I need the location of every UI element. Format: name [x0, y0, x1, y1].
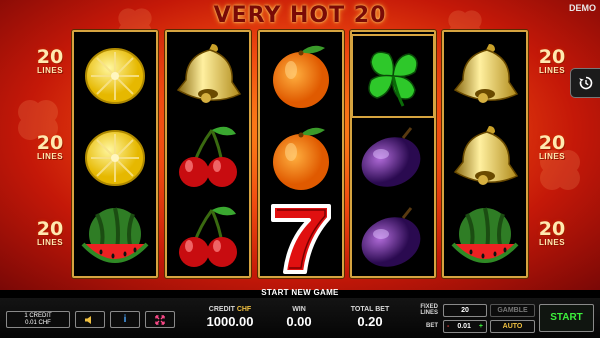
reel-5 — [442, 30, 528, 278]
lines-word: LINES — [36, 152, 64, 161]
lines-indicator: 20 LINES — [32, 48, 68, 75]
lines-indicator: 20 LINES — [534, 134, 570, 161]
credit-display: CREDIT CHF 1000.00 — [198, 306, 262, 329]
lines-count: 20 — [538, 46, 566, 68]
win-value: 0.00 — [286, 314, 312, 329]
credit-value: 1000.00 — [206, 314, 254, 329]
game-title: VERY HOT 20 — [213, 3, 387, 28]
bet-stepper: - 0.01 + — [443, 320, 487, 333]
win-label: WIN — [292, 306, 306, 313]
sound-button[interactable] — [75, 311, 105, 328]
bell-icon — [176, 44, 242, 103]
lemon-icon — [85, 48, 145, 104]
watermelon-symbol — [447, 200, 523, 276]
watermelon-icon — [451, 207, 519, 263]
lines-word: LINES — [36, 238, 64, 247]
lines-count: 20 — [538, 218, 566, 240]
seven-icon — [271, 204, 331, 274]
plum-icon — [361, 127, 421, 187]
lines-indicator: 20 LINES — [32, 220, 68, 247]
total-bet-value: 0.20 — [357, 314, 383, 329]
status-message: START NEW GAME — [261, 288, 339, 297]
credit-info-line-1: 1 CREDIT — [24, 313, 52, 319]
orange-icon — [273, 127, 329, 190]
history-icon — [578, 76, 592, 90]
plum-icon — [361, 207, 421, 267]
total-bet-label: TOTAL BET — [350, 306, 390, 313]
lines-count: 20 — [538, 132, 566, 154]
credit-denomination-button[interactable]: 1 CREDIT 0.01 CHF — [6, 311, 70, 328]
info-button[interactable]: i — [110, 311, 140, 328]
lemon-icon — [85, 130, 145, 186]
credit-info-line-2: 0.01 CHF — [25, 320, 51, 326]
control-bar: 1 CREDIT 0.01 CHF i CREDIT CHF 1000.00 W… — [0, 298, 600, 338]
bet-value: 0.01 — [457, 323, 471, 330]
bell-symbol — [170, 38, 246, 114]
lines-indicator: 20 LINES — [534, 220, 570, 247]
reel-2 — [165, 30, 251, 278]
bell-symbol — [447, 38, 523, 114]
lines-word: LINES — [36, 66, 64, 75]
seven-symbol — [263, 200, 339, 276]
cherry-icon — [179, 126, 237, 187]
start-button[interactable]: START — [539, 304, 594, 332]
info-icon: i — [123, 314, 127, 325]
speaker-icon — [85, 315, 91, 324]
lines-count: 20 — [36, 132, 64, 154]
plum-symbol — [355, 120, 431, 196]
cherry-icon — [179, 206, 237, 267]
win-display: WIN 0.00 — [276, 306, 322, 329]
bet-minus-button[interactable]: - — [447, 321, 449, 332]
lines-indicator: 20 LINES — [534, 48, 570, 75]
cherry-symbol — [170, 120, 246, 196]
lines-count: 20 — [36, 218, 64, 240]
plum-symbol — [355, 200, 431, 276]
orange-icon — [273, 45, 329, 108]
demo-badge: DEMO — [569, 3, 596, 13]
reel-3 — [258, 30, 344, 278]
reel-1 — [72, 30, 158, 278]
total-bet-display: TOTAL BET 0.20 — [340, 306, 400, 329]
fullscreen-button[interactable] — [145, 311, 175, 328]
lemon-symbol — [77, 120, 153, 196]
fixed-lines-label: FIXED LINES — [420, 304, 438, 316]
reel-4 — [350, 30, 436, 278]
orange-symbol — [263, 38, 339, 114]
bell-icon — [453, 44, 519, 103]
fixed-lines-value: 20 — [443, 304, 487, 317]
lines-word: LINES — [538, 238, 566, 247]
highlighted-cell-frame — [351, 34, 435, 118]
lines-word: LINES — [538, 152, 566, 161]
orange-symbol — [263, 120, 339, 196]
credit-label: CREDIT CHF — [208, 306, 252, 313]
lines-word: LINES — [538, 66, 566, 75]
fullscreen-icon — [155, 314, 165, 325]
lines-indicator: 20 LINES — [32, 134, 68, 161]
cherry-symbol — [170, 200, 246, 276]
game-stage: VERY HOT 20 DEMO 20 LINES 20 LINES 20 LI… — [0, 0, 600, 290]
bell-icon — [453, 126, 519, 185]
gamble-button[interactable]: GAMBLE — [490, 304, 535, 317]
lines-count: 20 — [36, 46, 64, 68]
watermelon-symbol — [77, 200, 153, 276]
watermelon-icon — [81, 207, 149, 263]
bet-plus-button[interactable]: + — [479, 321, 483, 332]
bell-symbol — [447, 120, 523, 196]
bet-label: BET — [426, 323, 438, 329]
lemon-symbol — [77, 38, 153, 114]
auto-button[interactable]: AUTO — [490, 320, 535, 333]
history-button[interactable] — [570, 68, 600, 98]
